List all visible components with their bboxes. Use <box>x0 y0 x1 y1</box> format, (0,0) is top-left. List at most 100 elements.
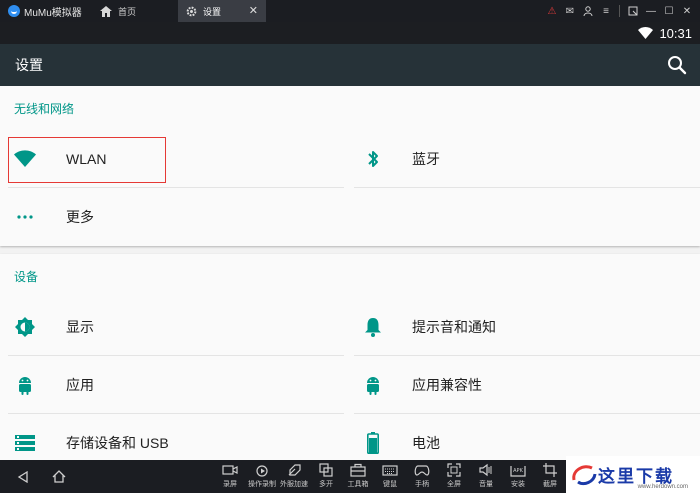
back-button[interactable] <box>8 460 38 493</box>
tool-label: 手柄 <box>415 481 429 488</box>
macro-record-icon <box>256 465 268 477</box>
accelerate-icon <box>288 464 301 476</box>
tool-label: 外服加速 <box>280 481 308 488</box>
battery-icon <box>362 432 384 454</box>
mumu-logo-icon <box>8 5 20 17</box>
warning-icon[interactable]: ⚠ <box>545 4 559 18</box>
settings-item-label: 应用兼容性 <box>412 377 482 393</box>
settings-action-bar: 设置 <box>0 44 700 86</box>
minimize-icon[interactable]: — <box>644 4 658 18</box>
wifi-icon <box>14 148 36 170</box>
storage-icon <box>14 432 36 454</box>
settings-item-label: 电池 <box>412 435 440 451</box>
settings-item-display[interactable]: 显示 <box>0 298 340 356</box>
section-device: 设备 显示 提示音和通知 应用 应用兼容性 存储设备和 USB 电池 <box>0 254 700 460</box>
fullscreen-button[interactable]: 全屏 <box>438 460 470 493</box>
macro-record-button[interactable]: 操作录制 <box>246 460 278 493</box>
settings-item-label: 蓝牙 <box>412 151 440 167</box>
fullscreen-icon <box>447 463 461 477</box>
tab-close-icon[interactable]: ✕ <box>249 4 258 17</box>
volume-button[interactable]: 音量 <box>470 460 502 493</box>
watermark-url: www.herdown.com <box>637 484 688 490</box>
tab-home[interactable]: 首页 <box>92 0 178 22</box>
row-divider <box>354 187 700 188</box>
toolbox-icon <box>350 463 366 477</box>
mail-icon[interactable]: ✉ <box>563 4 577 18</box>
record-icon <box>222 465 238 475</box>
accelerate-button[interactable]: 外服加速 <box>278 460 310 493</box>
screenshot-icon <box>543 463 557 477</box>
tool-label: 全屏 <box>447 481 461 488</box>
section-title-device: 设备 <box>14 270 39 284</box>
svg-text:APK: APK <box>513 468 523 474</box>
brightness-icon <box>14 316 36 338</box>
keyboard-mouse-button[interactable]: 键鼠 <box>374 460 406 493</box>
apk-install-icon: APK <box>510 466 526 477</box>
section-title-wireless: 无线和网络 <box>14 102 75 116</box>
apk-install-button[interactable]: APK 安装 <box>502 460 534 493</box>
settings-item-battery[interactable]: 电池 <box>350 414 690 460</box>
section-wireless-networks: 无线和网络 WLAN 蓝牙 更多 <box>0 86 700 246</box>
toolbox-button[interactable]: 工具箱 <box>342 460 374 493</box>
pin-window-icon[interactable] <box>626 4 640 18</box>
settings-item-more[interactable]: 更多 <box>0 188 340 246</box>
tab-settings[interactable]: 设置 ✕ <box>178 0 266 22</box>
gamepad-button[interactable]: 手柄 <box>406 460 438 493</box>
tool-label: 工具箱 <box>347 481 369 488</box>
gear-icon <box>186 6 197 16</box>
home-button[interactable] <box>44 460 74 493</box>
page-title: 设置 <box>15 57 43 73</box>
tab-home-label: 首页 <box>118 6 137 17</box>
close-window-icon[interactable]: ✕ <box>680 4 694 18</box>
emulator-titlebar: MuMu模拟器 首页 设置 ✕ ⚠ ✉ ≡ — ☐ ✕ <box>0 0 700 22</box>
home-icon <box>100 5 112 17</box>
settings-item-sound-notification[interactable]: 提示音和通知 <box>350 298 690 356</box>
tool-label: 录屏 <box>223 481 237 488</box>
android-icon <box>362 374 384 396</box>
settings-item-storage-usb[interactable]: 存储设备和 USB <box>0 414 340 460</box>
settings-item-wlan[interactable]: WLAN <box>0 130 340 188</box>
menu-icon[interactable]: ≡ <box>599 4 613 18</box>
multi-instance-button[interactable]: 多开 <box>310 460 342 493</box>
volume-icon <box>479 463 492 477</box>
settings-item-label: WLAN <box>66 151 107 167</box>
android-status-bar: 10:31 <box>0 22 700 44</box>
back-triangle-icon <box>17 470 28 483</box>
more-dots-icon <box>14 206 36 228</box>
screenshot-button[interactable]: 截屏 <box>534 460 566 493</box>
tool-label: 音量 <box>479 481 493 488</box>
settings-item-label: 更多 <box>66 209 94 225</box>
tool-buttons: 录屏 操作录制 外服加速 多开 工具箱 键鼠 手柄 全屏 音量 APK 安装 截… <box>214 460 566 493</box>
settings-item-label: 显示 <box>66 319 94 335</box>
wifi-signal-icon <box>638 27 654 39</box>
site-watermark: 这里下载 www.herdown.com <box>566 456 700 493</box>
gamepad-icon <box>414 465 430 476</box>
settings-item-bluetooth[interactable]: 蓝牙 <box>350 130 690 188</box>
android-icon <box>14 374 36 396</box>
search-icon[interactable] <box>666 54 688 76</box>
app-title: MuMu模拟器 <box>0 4 92 19</box>
window-controls: ⚠ ✉ ≡ — ☐ ✕ <box>545 4 700 18</box>
emulator-window: MuMu模拟器 首页 设置 ✕ ⚠ ✉ ≡ — ☐ ✕ 10:31 设置 无线和… <box>0 0 700 493</box>
keyboard-icon <box>382 465 398 476</box>
tab-settings-label: 设置 <box>203 6 222 17</box>
settings-item-apps[interactable]: 应用 <box>0 356 340 414</box>
tool-label: 截屏 <box>543 481 557 488</box>
tool-label: 多开 <box>319 481 333 488</box>
maximize-icon[interactable]: ☐ <box>662 4 676 18</box>
settings-item-app-compatibility[interactable]: 应用兼容性 <box>350 356 690 414</box>
settings-item-label: 存储设备和 USB <box>66 435 169 451</box>
tool-label: 安装 <box>511 481 525 488</box>
status-time: 10:31 <box>659 25 692 41</box>
settings-item-label: 提示音和通知 <box>412 319 496 335</box>
multi-instance-icon <box>319 463 333 477</box>
controls-divider <box>619 5 620 17</box>
user-icon[interactable] <box>581 4 595 18</box>
tool-label: 键鼠 <box>383 481 397 488</box>
app-name-label: MuMu模拟器 <box>24 7 82 19</box>
record-button[interactable]: 录屏 <box>214 460 246 493</box>
settings-item-label: 应用 <box>66 377 94 393</box>
settings-list[interactable]: 无线和网络 WLAN 蓝牙 更多 设备 显示 提示音和通知 应用 应用兼容性 存… <box>0 86 700 460</box>
bluetooth-icon <box>362 148 384 170</box>
tool-label: 操作录制 <box>248 481 276 488</box>
